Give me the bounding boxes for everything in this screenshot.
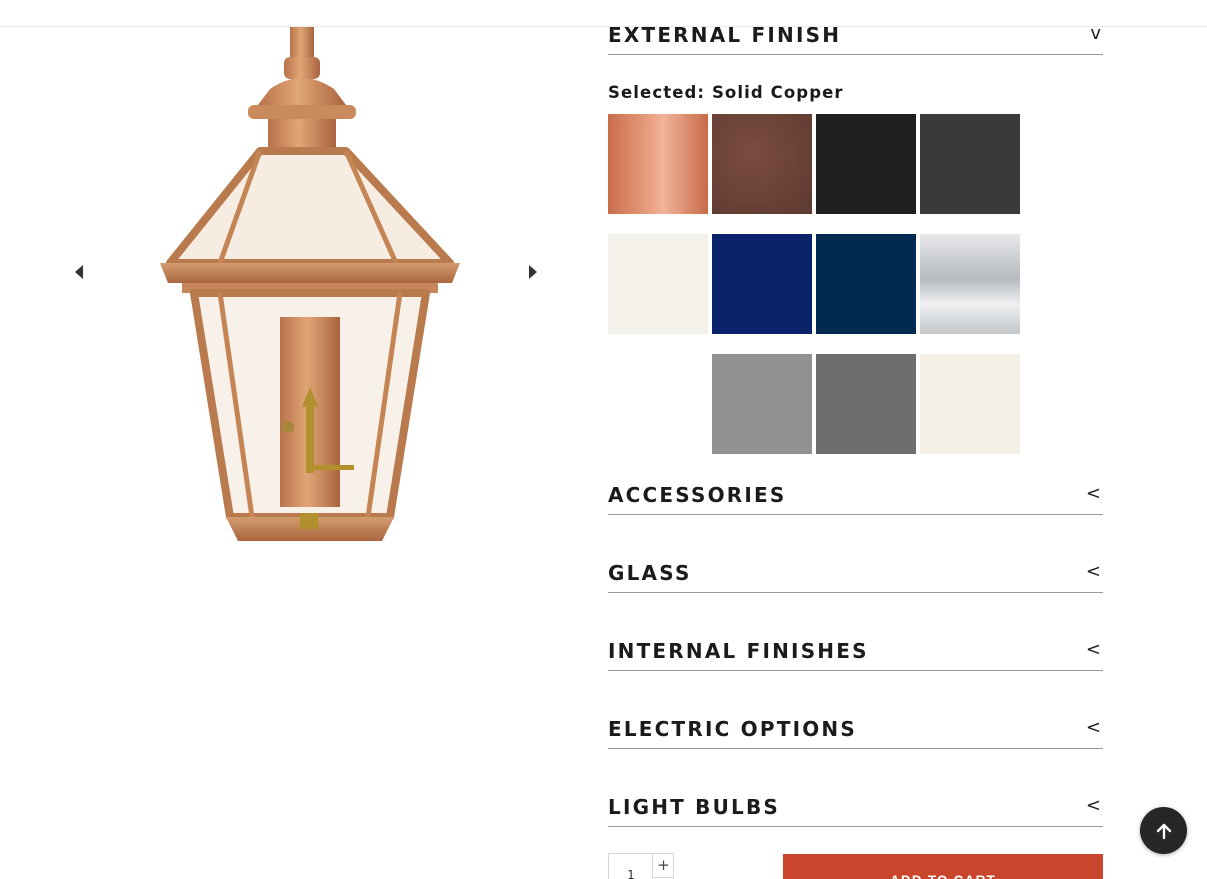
swatch-cream[interactable] [920,354,1020,454]
product-image-lantern [160,27,460,541]
swatch-navy[interactable] [712,234,812,334]
chevron-left-icon: < [1085,717,1101,738]
swatch-solid-copper[interactable] [608,114,708,214]
swatch-silver[interactable] [920,234,1020,334]
gallery-prev-button[interactable] [68,261,90,283]
chevron-left-icon: < [1085,483,1101,504]
section-title: ACCESSORIES [608,483,787,507]
chevron-down-icon: v [1090,23,1101,44]
section-electric-options-header[interactable]: ELECTRIC OPTIONS < [608,719,1103,749]
quantity-input[interactable]: 1 [609,868,653,879]
selected-finish-label: Selected: Solid Copper [608,83,844,102]
swatch-dark-gray[interactable] [816,354,916,454]
swatch-gray[interactable] [712,354,812,454]
selected-prefix: Selected: [608,83,706,102]
product-gallery [60,27,560,567]
section-title: GLASS [608,561,692,585]
quantity-increase-button[interactable]: + [652,854,674,878]
caret-left-icon [75,265,83,279]
section-title: ELECTRIC OPTIONS [608,717,857,741]
back-to-top-button[interactable] [1140,807,1187,854]
swatch-white[interactable] [608,234,708,334]
caret-right-icon [529,265,537,279]
section-title: EXTERNAL FINISH [608,23,842,47]
section-title: INTERNAL FINISHES [608,639,869,663]
swatch-antique-copper[interactable] [712,114,812,214]
quantity-stepper[interactable]: 1 + [608,853,674,879]
chevron-left-icon: < [1085,561,1101,582]
section-internal-finishes-header[interactable]: INTERNAL FINISHES < [608,641,1103,671]
gallery-next-button[interactable] [522,261,544,283]
section-light-bulbs-header[interactable]: LIGHT BULBS < [608,797,1103,827]
section-external-finish-header[interactable]: EXTERNAL FINISH v [608,25,1103,55]
header-bar [0,0,1207,27]
swatch-black[interactable] [816,114,916,214]
arrow-up-icon [1156,823,1171,839]
add-to-cart-button[interactable]: ADD TO CART [783,854,1103,879]
section-glass-header[interactable]: GLASS < [608,563,1103,593]
chevron-left-icon: < [1085,639,1101,660]
chevron-left-icon: < [1085,795,1101,816]
selected-value: Solid Copper [711,83,844,102]
swatch-charcoal[interactable] [920,114,1020,214]
swatch-dark-blue[interactable] [816,234,916,334]
section-accessories-header[interactable]: ACCESSORIES < [608,485,1103,515]
section-title: LIGHT BULBS [608,795,781,819]
